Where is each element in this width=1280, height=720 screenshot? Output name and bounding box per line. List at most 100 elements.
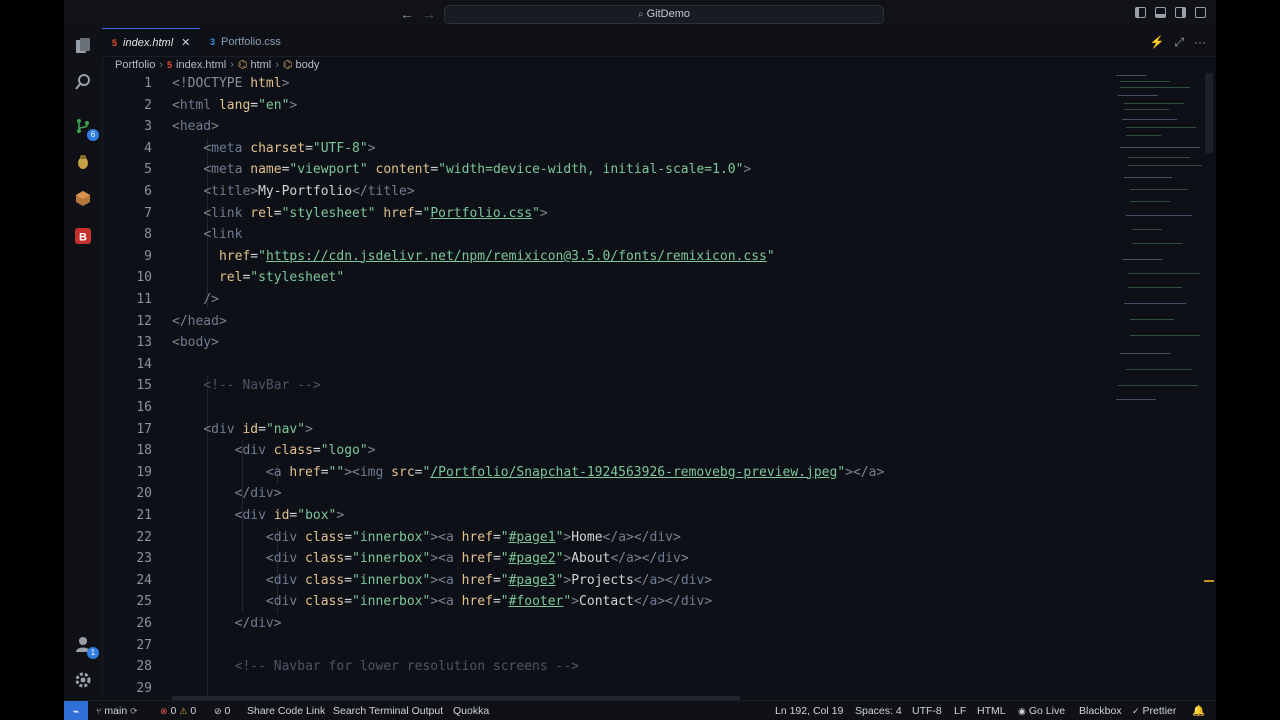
end-of-line[interactable]: LF <box>954 701 966 720</box>
search-icon[interactable] <box>73 72 93 92</box>
line-number: 23 <box>136 551 152 567</box>
run-icon[interactable]: ⚡ <box>1149 35 1164 50</box>
line-number: 3 <box>144 119 152 135</box>
breadcrumb-symbol-body[interactable]: body <box>296 59 320 71</box>
customize-layout-icon[interactable] <box>1195 7 1206 18</box>
toggle-primary-sidebar-icon[interactable] <box>1135 7 1146 18</box>
vscode-window: ← → ⌕ GitDemo 6 B 1 5 index.html ✕ 3 Por… <box>64 0 1216 720</box>
toggle-panel-icon[interactable] <box>1155 7 1166 18</box>
line-number: 15 <box>136 378 152 394</box>
line-number: 14 <box>136 356 152 372</box>
line-number: 18 <box>136 443 152 459</box>
line-number: 9 <box>144 248 152 264</box>
warning-icon: ⚠ <box>179 706 188 716</box>
html5-icon: 5 <box>167 60 173 70</box>
search-terminal-output[interactable]: Search Terminal Output <box>333 701 443 720</box>
ports-icon: ⊘ <box>214 706 222 716</box>
line-number: 20 <box>136 486 152 502</box>
editor-tabs: 5 index.html ✕ 3 Portfolio.css ⚡ ⤢ ··· <box>102 28 1216 57</box>
breadcrumb-file[interactable]: index.html <box>176 59 226 71</box>
minimap[interactable] <box>1112 73 1204 413</box>
indentation[interactable]: Spaces: 4 <box>855 701 902 720</box>
quokka-status[interactable]: Quokka <box>453 701 489 720</box>
explorer-icon[interactable] <box>73 36 93 56</box>
notifications-bell-icon[interactable]: 🔔 <box>1192 701 1205 720</box>
link-remixicon-cdn[interactable]: https://cdn.jsdelivr.net/npm/remixicon@3… <box>266 249 767 264</box>
link-footer[interactable]: #footer <box>509 594 564 609</box>
line-number: 4 <box>144 140 152 156</box>
back-arrow-icon[interactable]: ← <box>400 6 414 22</box>
scrollbar-thumb[interactable] <box>1205 73 1213 153</box>
account-icon[interactable]: 1 <box>73 634 99 659</box>
line-number: 24 <box>136 572 152 588</box>
line-number: 1 <box>144 76 152 91</box>
line-number: 26 <box>136 616 152 631</box>
ports-indicator[interactable]: ⊘ 0 <box>214 701 230 720</box>
blackbox-status[interactable]: Blackbox <box>1079 701 1122 720</box>
link-image-path[interactable]: /Portfolio/Snapchat-1924563926-removebg-… <box>430 465 837 480</box>
link-page1[interactable]: #page1 <box>509 530 556 545</box>
forward-arrow-icon[interactable]: → <box>422 6 436 22</box>
tab-label: index.html <box>123 37 174 49</box>
tab-actions: ⚡ ⤢ ··· <box>1149 35 1206 50</box>
tab-portfolio-css[interactable]: 3 Portfolio.css <box>200 28 316 56</box>
line-number: 5 <box>144 162 152 178</box>
link-page2[interactable]: #page2 <box>509 551 556 566</box>
branch-indicator[interactable]: ⑂ main ⟳ <box>96 701 141 720</box>
css-icon: 3 <box>210 37 216 47</box>
source-control-badge: 6 <box>87 129 99 141</box>
prettier-status[interactable]: ✓ Prettier <box>1132 701 1176 720</box>
html5-icon: 5 <box>112 38 118 48</box>
check-double-icon: ✓ <box>1132 706 1140 716</box>
code-editor[interactable]: 1 <!DOCTYPE html> 2 <html lang="en"> 3 <hea… <box>102 73 1110 696</box>
encoding[interactable]: UTF-8 <box>912 701 942 720</box>
run-debug-icon[interactable] <box>73 152 93 172</box>
chevron-right-icon: › <box>275 59 279 71</box>
close-icon[interactable]: ✕ <box>181 37 190 49</box>
error-icon: ⊗ <box>160 706 168 716</box>
workspace-name: GitDemo <box>646 8 690 20</box>
breadcrumb-symbol-html[interactable]: html <box>250 59 271 71</box>
link-page3[interactable]: #page3 <box>509 573 556 588</box>
symbol-icon: ⌬ <box>237 59 248 71</box>
line-number: 10 <box>136 270 152 286</box>
breadcrumb: Portfolio › 5 index.html › ⌬ html › ⌬ body <box>115 58 319 72</box>
broadcast-icon: ◉ <box>1018 706 1026 716</box>
layout-controls <box>1135 7 1206 18</box>
remote-indicator-icon[interactable]: ⌁ <box>64 701 88 720</box>
line-number: 22 <box>136 529 152 545</box>
problems-indicator[interactable]: ⊗ 0 ⚠ 0 <box>160 701 196 720</box>
go-live-button[interactable]: ◉ Go Live <box>1018 701 1065 720</box>
line-number: 29 <box>136 680 152 696</box>
line-number: 16 <box>136 400 152 415</box>
line-number: 12 <box>136 313 152 329</box>
command-center-search[interactable]: ⌕ GitDemo <box>444 5 884 24</box>
more-actions-icon[interactable]: ··· <box>1194 35 1206 50</box>
toggle-secondary-sidebar-icon[interactable] <box>1175 7 1186 18</box>
chevron-right-icon: › <box>159 59 164 71</box>
line-number: 25 <box>136 594 152 610</box>
extensions-icon[interactable] <box>73 188 93 208</box>
language-mode[interactable]: HTML <box>977 701 1006 720</box>
source-control-icon[interactable]: 6 <box>73 116 99 141</box>
line-number: 19 <box>136 464 152 480</box>
chevron-right-icon: › <box>230 59 234 71</box>
tab-index-html[interactable]: 5 index.html ✕ <box>102 28 200 56</box>
account-badge: 1 <box>87 647 99 659</box>
line-number: 13 <box>136 335 152 351</box>
link-portfolio-css[interactable]: Portfolio.css <box>430 206 532 221</box>
settings-gear-icon[interactable] <box>73 670 93 690</box>
share-code-link[interactable]: Share Code Link <box>247 701 325 720</box>
symbol-icon: ⌬ <box>282 59 293 71</box>
title-bar: ← → ⌕ GitDemo <box>64 0 1216 29</box>
line-number: 6 <box>144 184 152 199</box>
breadcrumb-folder[interactable]: Portfolio <box>115 59 155 71</box>
blackbox-icon[interactable]: B <box>73 226 93 246</box>
line-number: 2 <box>144 97 152 113</box>
vertical-scrollbar[interactable] <box>1204 73 1214 696</box>
compare-icon[interactable]: ⤢ <box>1174 35 1184 50</box>
cursor-position[interactable]: Ln 192, Col 19 <box>775 701 843 720</box>
line-number: 27 <box>136 637 152 653</box>
line-number: 28 <box>136 659 152 675</box>
line-number: 21 <box>136 508 152 523</box>
